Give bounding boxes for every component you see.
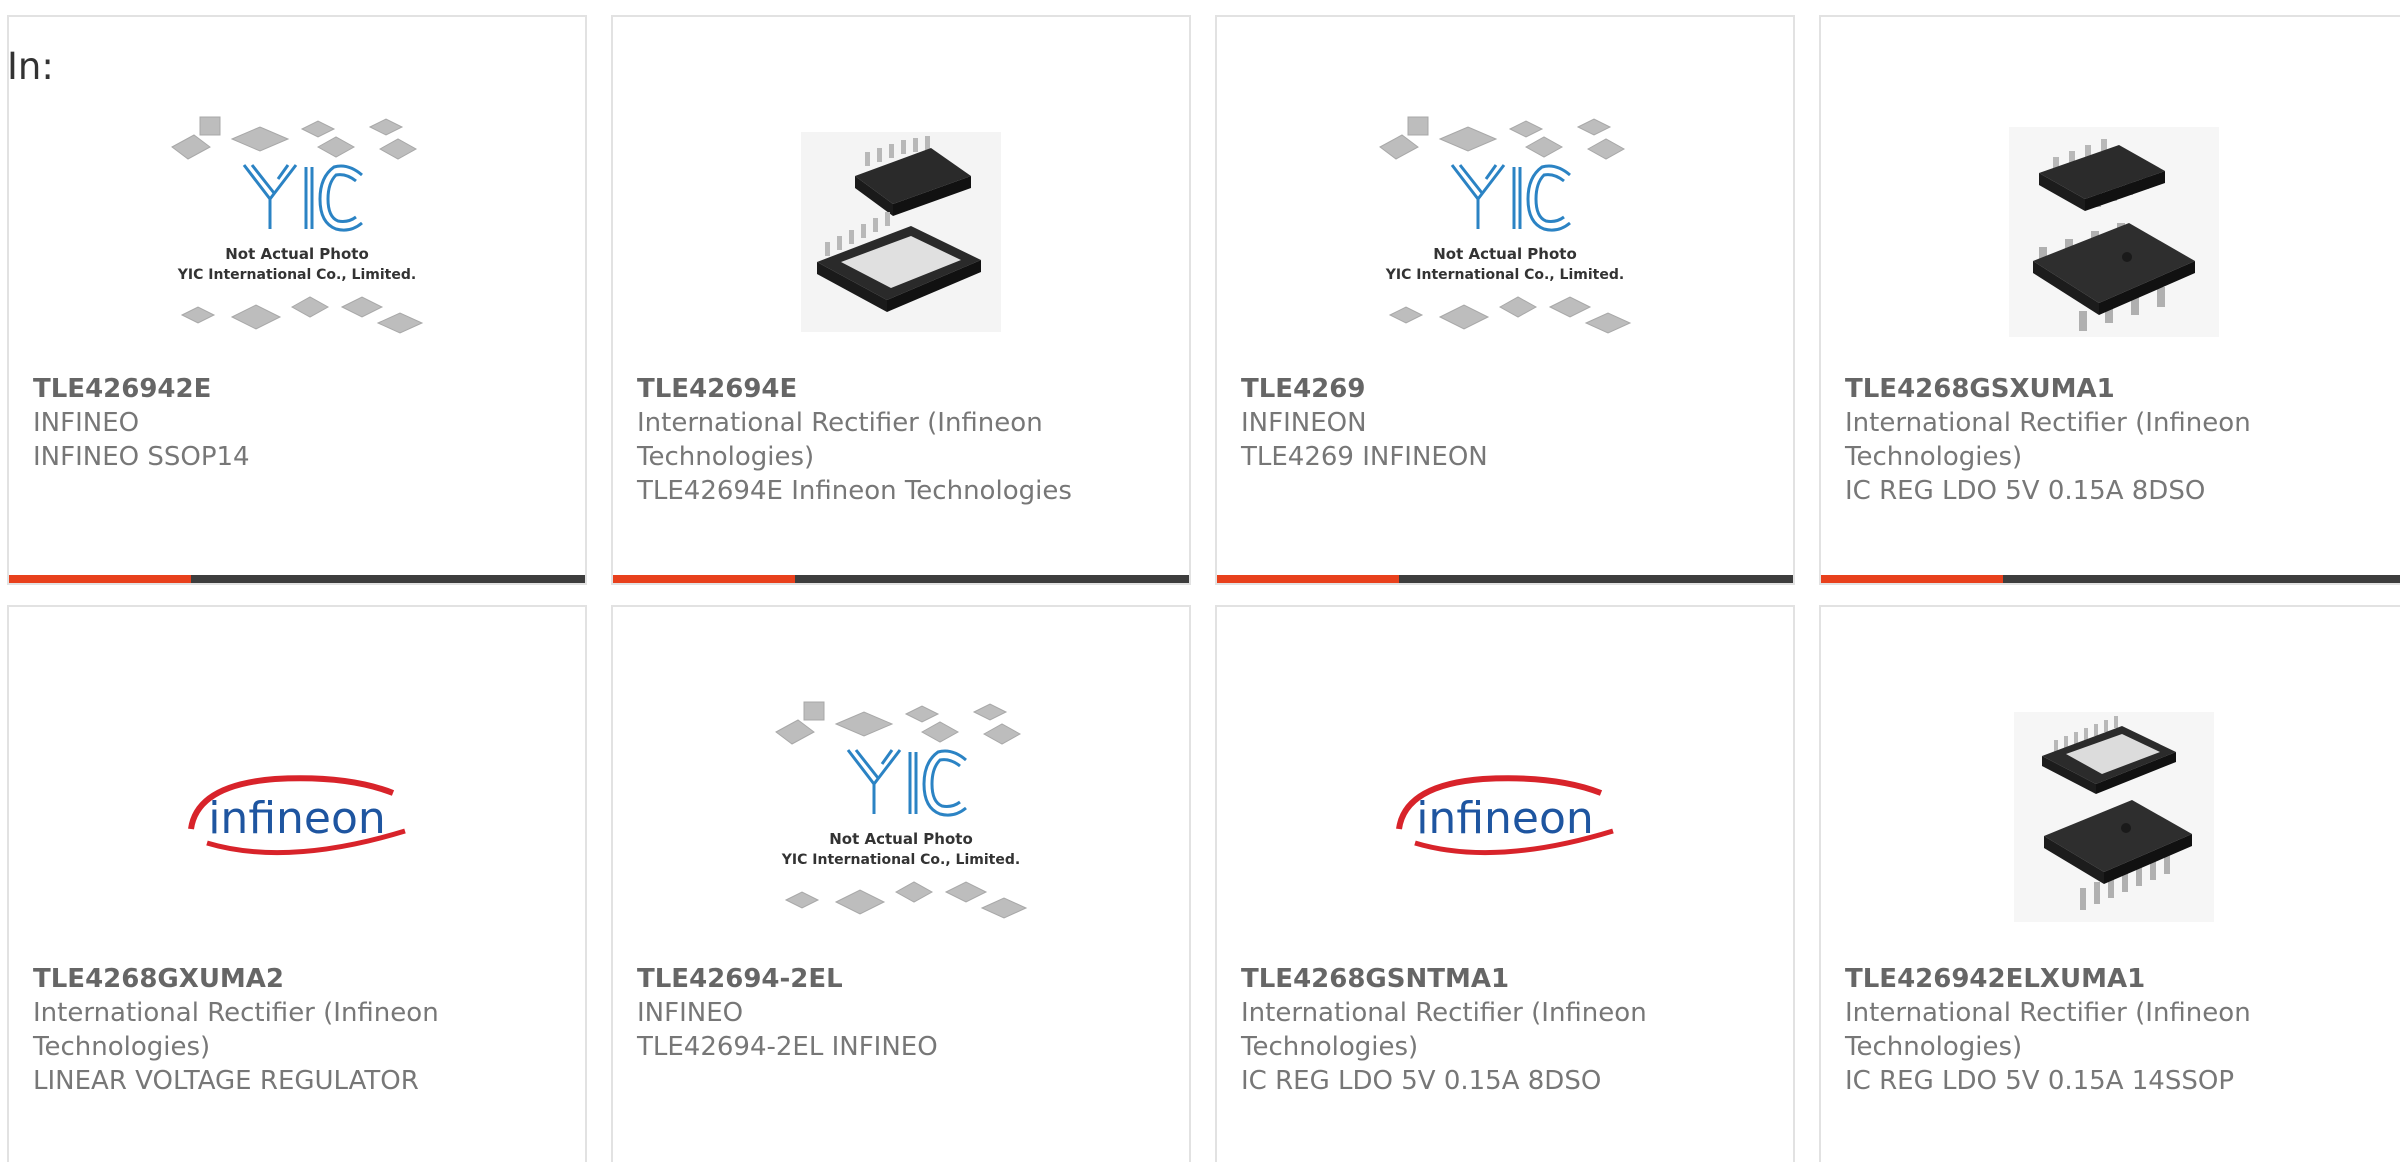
card-bar xyxy=(613,575,1189,583)
product-image[interactable]: infineon xyxy=(1217,682,1793,952)
card-bar xyxy=(1217,575,1793,583)
description: LINEAR VOLTAGE REGULATOR xyxy=(33,1066,419,1096)
description: IC REG LDO 5V 0.15A 14SSOP xyxy=(1845,1066,2234,1096)
manufacturer: INFINEO xyxy=(33,408,140,438)
part-number-link[interactable]: TLE4268GXUMA2 xyxy=(33,962,565,996)
part-number-link[interactable]: TLE42694-2EL xyxy=(637,962,1169,996)
description: IC REG LDO 5V 0.15A 8DSO xyxy=(1241,1066,1602,1096)
part-number-link[interactable]: TLE426942E xyxy=(33,372,565,406)
infineon-logo-text: infineon xyxy=(1416,793,1594,844)
manufacturer: International Rectifier (Infineon Techno… xyxy=(1845,998,2251,1062)
product-card[interactable]: Not Actual Photo YIC International Co., … xyxy=(611,605,1191,1162)
description: TLE42694-2EL INFINEO xyxy=(637,1032,938,1062)
infineon-logo-icon: infineon xyxy=(188,775,406,856)
card-bar-accent xyxy=(1217,575,1399,583)
manufacturer: International Rectifier (Infineon Techno… xyxy=(33,998,439,1062)
yic-placeholder-icon: Not Actual Photo YIC International Co., … xyxy=(171,116,424,334)
card-bar-accent xyxy=(1821,575,2003,583)
card-bar-accent xyxy=(613,575,795,583)
infineon-logo-icon: infineon xyxy=(1396,775,1614,856)
yic-not-actual-text: Not Actual Photo xyxy=(225,245,369,263)
description: IC REG LDO 5V 0.15A 8DSO xyxy=(1845,476,2206,506)
chip-ssop14-icon xyxy=(801,132,1001,332)
product-image[interactable] xyxy=(1821,682,2400,952)
part-number-link[interactable]: TLE4269 xyxy=(1241,372,1773,406)
description: TLE4269 INFINEON xyxy=(1241,442,1488,472)
product-card[interactable]: TLE42694E International Rectifier (Infin… xyxy=(611,15,1191,585)
product-card[interactable]: Not Actual Photo YIC International Co., … xyxy=(1215,15,1795,585)
yic-not-actual-text: Not Actual Photo xyxy=(1433,245,1577,263)
yic-company-text: YIC International Co., Limited. xyxy=(177,267,416,283)
infineon-logo-text: infineon xyxy=(208,793,386,844)
product-image[interactable] xyxy=(613,97,1189,367)
product-card[interactable]: infineon TLE4268GSNTMA1 International Re… xyxy=(1215,605,1795,1162)
description: TLE42694E Infineon Technologies xyxy=(637,476,1072,506)
part-number-link[interactable]: TLE4268GSNTMA1 xyxy=(1241,962,1773,996)
chip-14ssop-icon xyxy=(2014,712,2214,922)
product-image[interactable]: infineon xyxy=(9,682,585,952)
chip-8dso-icon xyxy=(2009,127,2219,337)
product-image[interactable] xyxy=(1821,97,2400,367)
yic-not-actual-text: Not Actual Photo xyxy=(829,830,973,848)
part-number-link[interactable]: TLE4268GSXUMA1 xyxy=(1845,372,2387,406)
description: INFINEO SSOP14 xyxy=(33,442,250,472)
part-number-link[interactable]: TLE42694E xyxy=(637,372,1169,406)
product-image[interactable]: Not Actual Photo YIC International Co., … xyxy=(1217,97,1793,367)
manufacturer: INFINEON xyxy=(1241,408,1367,438)
product-image[interactable]: Not Actual Photo YIC International Co., … xyxy=(613,682,1189,952)
yic-company-text: YIC International Co., Limited. xyxy=(1385,267,1624,283)
product-card[interactable]: TLE426942ELXUMA1 International Rectifier… xyxy=(1819,605,2400,1162)
yic-placeholder-icon: Not Actual Photo YIC International Co., … xyxy=(1379,116,1632,334)
yic-company-text: YIC International Co., Limited. xyxy=(781,852,1020,868)
card-bar xyxy=(9,575,585,583)
product-card[interactable]: infineon TLE4268GXUMA2 International Rec… xyxy=(7,605,587,1162)
product-image[interactable]: Not Actual Photo YIC International Co., … xyxy=(9,97,585,367)
in-label: In: xyxy=(7,45,54,88)
yic-placeholder-icon: Not Actual Photo YIC International Co., … xyxy=(775,701,1028,919)
manufacturer: International Rectifier (Infineon Techno… xyxy=(1241,998,1647,1062)
manufacturer: International Rectifier (Infineon Techno… xyxy=(637,408,1043,472)
manufacturer: International Rectifier (Infineon Techno… xyxy=(1845,408,2251,472)
part-number-link[interactable]: TLE426942ELXUMA1 xyxy=(1845,962,2387,996)
manufacturer: INFINEO xyxy=(637,998,744,1028)
product-card[interactable]: TLE4268GSXUMA1 International Rectifier (… xyxy=(1819,15,2400,585)
card-bar-accent xyxy=(9,575,191,583)
card-bar xyxy=(1821,575,2400,583)
product-card[interactable]: Not Actual Photo YIC International Co., … xyxy=(7,15,587,585)
